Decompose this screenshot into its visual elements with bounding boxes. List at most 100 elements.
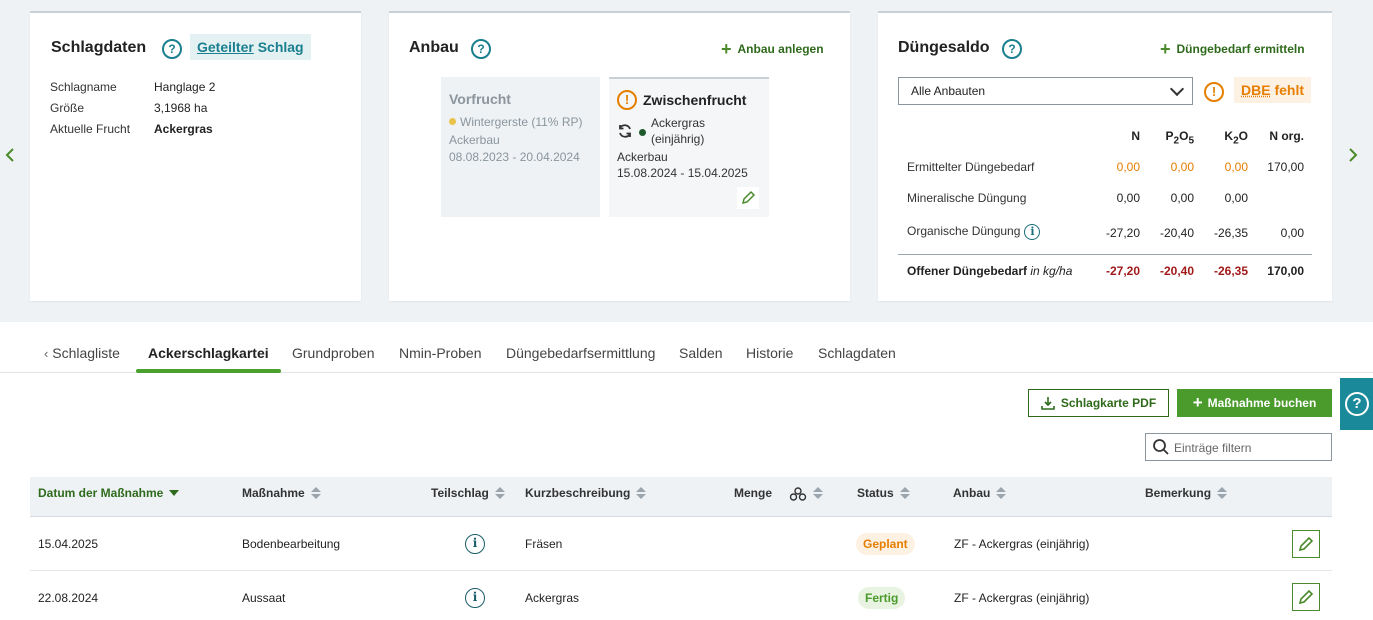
anbau-card: Anbau ? + Anbau anlegen Vorfrucht Winterg… [389, 11, 850, 301]
plus-icon: + [1193, 393, 1203, 412]
fert-total-cell: -20,40 [1134, 264, 1194, 278]
fert-total-label: Offener Düngebedarf in kg/ha [907, 264, 1072, 278]
sync-icon [617, 123, 633, 142]
catch-crop-type: Ackerbau [617, 150, 668, 164]
help-icon[interactable]: ? [162, 39, 182, 59]
plus-icon: + [721, 39, 732, 59]
edit-pencil-icon[interactable] [737, 187, 759, 209]
help-icon[interactable]: ? [471, 39, 491, 59]
fert-cell: -26,35 [1188, 226, 1248, 240]
download-icon [1041, 393, 1055, 419]
sort-icon [311, 487, 321, 499]
info-icon[interactable]: i [465, 588, 485, 608]
help-icon: ? [1345, 392, 1369, 416]
info-icon[interactable]: i [465, 534, 485, 554]
previous-crop-type: Ackerbau [449, 133, 500, 147]
table-row[interactable]: 22.08.2024 Aussaat i Ackergras Fertig ZF… [30, 571, 1332, 620]
col-n-org: N org. [1254, 129, 1304, 143]
sort-icon [636, 487, 646, 499]
cultivation-select[interactable]: Alle Anbauten [898, 77, 1193, 105]
sort-icon [996, 487, 1006, 499]
table-row[interactable]: 15.04.2025 Bodenbearbeitung i Fräsen Gep… [30, 517, 1332, 571]
chevron-right-icon[interactable] [1348, 146, 1358, 167]
catch-crop-box[interactable]: ! Zwischenfrucht Ackergras (einjährig) A… [609, 77, 769, 217]
tab-schlagliste[interactable]: ‹ Schlagliste [44, 345, 120, 361]
determine-fertilizer-need-link[interactable]: + Düngebedarf ermitteln [1160, 39, 1305, 60]
fert-cell: 0,00 [1188, 191, 1248, 205]
fert-cell: -20,40 [1134, 226, 1194, 240]
anbau-title: Anbau [409, 39, 459, 57]
edit-button[interactable] [1292, 583, 1320, 611]
cell-date: 15.04.2025 [38, 537, 98, 551]
edit-pencil-icon [1293, 531, 1319, 557]
fert-cell: 0,00 [1188, 160, 1248, 174]
cell-description: Fräsen [525, 537, 562, 551]
search-icon [1152, 438, 1170, 459]
fert-row-label: Organische Düngung i [907, 224, 1040, 240]
header-date[interactable]: Datum der Maßnahme [38, 486, 179, 500]
previous-crop-period: 08.08.2023 - 20.04.2024 [449, 150, 580, 164]
tab-historie[interactable]: Historie [746, 345, 793, 361]
tab-salden[interactable]: Salden [679, 345, 723, 361]
sort-icon [1217, 487, 1227, 499]
catch-crop-title: Zwischenfrucht [643, 92, 746, 108]
tab-bar: ‹ Schlagliste Ackerschlagkartei Grundpro… [0, 322, 1373, 373]
sort-icon [495, 487, 505, 499]
cell-cultivation: ZF - Ackergras (einjährig) [954, 537, 1089, 551]
help-side-button[interactable]: ? [1340, 378, 1373, 430]
header-subfield[interactable]: Teilschlag [431, 486, 505, 500]
top-cards-area: Schlagdaten ? Geteilter Schlag Schlagnam… [0, 0, 1373, 322]
current-crop-label: Aktuelle Frucht [50, 122, 130, 136]
field-name-label: Schlagname [50, 80, 117, 94]
tab-schlagdaten[interactable]: Schlagdaten [818, 345, 896, 361]
split-field-badge[interactable]: Geteilter Schlag [190, 34, 311, 60]
cell-cultivation: ZF - Ackergras (einjährig) [954, 591, 1089, 605]
header-status[interactable]: Status [857, 486, 910, 500]
field-size-label: Größe [50, 101, 84, 115]
book-measure-button[interactable]: + Maßnahme buchen [1177, 389, 1332, 417]
header-cultivation[interactable]: Anbau [953, 486, 1006, 500]
current-crop-value: Ackergras [154, 122, 213, 136]
nutrients-icon [789, 487, 807, 504]
edit-button[interactable] [1292, 530, 1320, 558]
fert-cell: 0,00 [1244, 226, 1304, 240]
catch-crop-name-line2: (einjährig) [651, 132, 704, 146]
add-cultivation-link[interactable]: + Anbau anlegen [721, 39, 824, 60]
cell-date: 22.08.2024 [38, 591, 98, 605]
info-icon[interactable]: i [1024, 224, 1040, 240]
edit-pencil-icon [1293, 584, 1319, 610]
tab-nmin-proben[interactable]: Nmin-Proben [399, 345, 481, 361]
field-name-value: Hanglage 2 [154, 80, 215, 94]
chevron-left-icon: ‹ [44, 346, 48, 361]
active-tab-indicator [136, 369, 281, 373]
previous-crop-name: Wintergerste (11% RP) [449, 115, 582, 129]
tab-ackerschlagkartei[interactable]: Ackerschlagkartei [148, 345, 269, 361]
header-remark[interactable]: Bemerkung [1145, 486, 1227, 500]
sort-icon [900, 487, 910, 499]
chevron-left-icon[interactable] [5, 146, 15, 167]
fert-row-label: Ermittelter Düngebedarf [907, 160, 1034, 174]
fert-total-cell: -26,35 [1188, 264, 1248, 278]
filter-input[interactable]: Einträge filtern [1145, 433, 1332, 461]
fert-row-label: Mineralische Düngung [907, 191, 1026, 205]
help-icon[interactable]: ? [1002, 39, 1022, 59]
field-size-value: 3,1968 ha [154, 101, 207, 115]
header-measure[interactable]: Maßnahme [242, 486, 321, 500]
previous-crop-title: Vorfrucht [449, 91, 511, 107]
pdf-export-button[interactable]: Schlagkarte PDF [1028, 389, 1169, 417]
cell-description: Ackergras [525, 591, 579, 605]
status-badge: Geplant [856, 533, 915, 555]
tab-duengebedarfsermittlung[interactable]: Düngebedarfsermittlung [506, 345, 655, 361]
duengesaldo-title: Düngesaldo [898, 39, 990, 57]
fert-total-cell: 170,00 [1244, 264, 1304, 278]
header-amount[interactable]: Menge [734, 486, 823, 504]
fert-cell: -27,20 [1080, 226, 1140, 240]
dbe-missing-badge[interactable]: DBE fehlt [1234, 77, 1311, 103]
header-description[interactable]: Kurzbeschreibung [525, 486, 646, 500]
filter-placeholder: Einträge filtern [1174, 441, 1251, 455]
crop-color-dot [639, 129, 646, 136]
tab-grundproben[interactable]: Grundproben [292, 345, 375, 361]
schlagdaten-title: Schlagdaten [51, 39, 146, 57]
cell-measure: Aussaat [242, 591, 285, 605]
sort-icon [813, 487, 823, 499]
